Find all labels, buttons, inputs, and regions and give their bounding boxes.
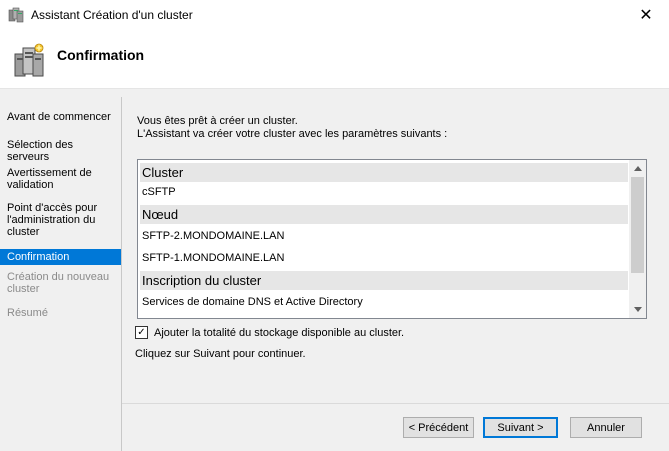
- nav-step-label: Sélection des serveurs: [7, 139, 74, 163]
- nav-step-label: Création du nouveau cluster: [7, 271, 110, 295]
- nav-step-label: Confirmation: [7, 251, 70, 263]
- nav-step-label: Avant de commencer: [7, 111, 111, 123]
- cluster-servers-icon: [14, 43, 44, 77]
- nav-step-point-acces[interactable]: Point d'accès pour l'administration du c…: [0, 202, 121, 238]
- group-header-cluster: Cluster: [140, 163, 628, 182]
- title-bar: Assistant Création d'un cluster ✕: [0, 0, 669, 30]
- next-button[interactable]: Suivant >: [483, 417, 558, 438]
- scroll-down-button[interactable]: [629, 301, 646, 318]
- nav-step-label: Avertissement de validation: [7, 167, 92, 191]
- window-title: Assistant Création d'un cluster: [31, 8, 193, 22]
- wizard-header: Confirmation: [0, 30, 669, 88]
- cluster-app-icon: [8, 7, 24, 23]
- group-header-nodes: Nœud: [140, 205, 628, 224]
- intro-line-2: L'Assistant va créer votre cluster avec …: [137, 128, 448, 140]
- close-button[interactable]: ✕: [623, 0, 669, 30]
- list-item-registration[interactable]: Services de domaine DNS et Active Direct…: [140, 292, 628, 312]
- footer-divider: [122, 403, 669, 404]
- add-storage-label: Ajouter la totalité du stockage disponib…: [154, 326, 405, 339]
- nav-step-avant-de-commencer[interactable]: Avant de commencer: [0, 111, 121, 123]
- nav-step-confirmation[interactable]: Confirmation: [0, 249, 121, 265]
- chevron-down-icon: [633, 307, 642, 312]
- list-item-node-1[interactable]: SFTP-2.MONDOMAINE.LAN: [140, 226, 628, 246]
- chevron-up-icon: [633, 166, 642, 171]
- list-item-cluster-name[interactable]: cSFTP: [140, 182, 628, 202]
- summary-listbox[interactable]: Cluster cSFTP Nœud SFTP-2.MONDOMAINE.LAN…: [137, 159, 647, 319]
- wizard-body: Avant de commencer Sélection des serveur…: [0, 89, 669, 451]
- nav-step-label: Résumé: [7, 307, 48, 319]
- nav-step-selection-serveurs[interactable]: Sélection des serveurs: [0, 139, 121, 163]
- intro-line-1: Vous êtes prêt à créer un cluster.: [137, 115, 298, 127]
- add-storage-option[interactable]: ✓ Ajouter la totalité du stockage dispon…: [135, 326, 404, 339]
- vertical-scrollbar[interactable]: [629, 160, 646, 318]
- nav-step-resume: Résumé: [0, 307, 121, 319]
- close-icon: ✕: [639, 7, 653, 24]
- previous-button[interactable]: < Précédent: [403, 417, 474, 438]
- nav-step-creation-cluster: Création du nouveau cluster: [0, 271, 121, 295]
- scrollbar-thumb[interactable]: [631, 177, 644, 273]
- continue-hint: Cliquez sur Suivant pour continuer.: [135, 348, 306, 360]
- add-storage-checkbox[interactable]: ✓: [135, 326, 148, 339]
- list-item-node-2[interactable]: SFTP-1.MONDOMAINE.LAN: [140, 248, 628, 268]
- content-panel: Vous êtes prêt à créer un cluster. L'Ass…: [122, 97, 669, 451]
- nav-step-label: Point d'accès pour l'administration du c…: [7, 202, 98, 238]
- nav-step-avertissement-validation[interactable]: Avertissement de validation: [0, 167, 121, 191]
- intro-text: Vous êtes prêt à créer un cluster. L'Ass…: [137, 115, 447, 141]
- checkmark-icon: ✓: [137, 326, 146, 338]
- page-title: Confirmation: [57, 47, 145, 63]
- group-header-registration: Inscription du cluster: [140, 271, 628, 290]
- cancel-button[interactable]: Annuler: [570, 417, 642, 438]
- scroll-up-button[interactable]: [629, 160, 646, 177]
